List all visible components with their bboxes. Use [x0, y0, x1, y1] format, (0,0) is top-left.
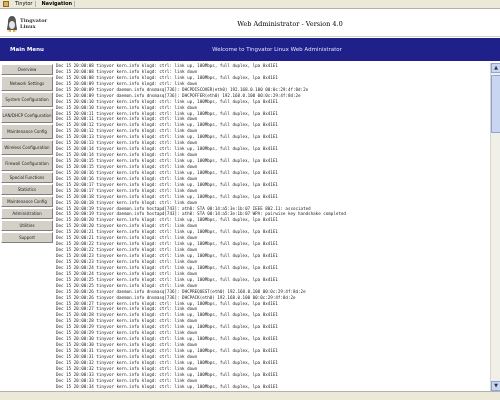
sidebar-item-system-configuration[interactable]: System Configuration [1, 92, 53, 107]
sidebar-item-utilities[interactable]: Utilities [1, 220, 53, 231]
frame-tab-bar: Tinytor Navigation [0, 0, 500, 9]
page-icon [3, 1, 9, 7]
sidebar-item-overview[interactable]: Overview [1, 64, 53, 75]
sidebar-menu: Overview Network Settings System Configu… [0, 64, 54, 243]
status-bar [0, 391, 500, 400]
penguin-logo-icon [6, 15, 18, 33]
page-header: Tingvator Linux Web Administrator - Vers… [0, 10, 500, 37]
sidebar-item-support[interactable]: Support [1, 232, 53, 243]
sidebar-item-special-functions[interactable]: Special Functions [1, 172, 53, 183]
welcome-banner: Welcome to Tingvator Linux Web Administr… [54, 38, 500, 61]
system-log: Dec 15 20:00:08 tinyvor kern.info klogd:… [56, 63, 488, 391]
sidebar-item-lan-dhcp-configuration[interactable]: LAN/DHCP Configuration [1, 108, 53, 123]
sidebar-item-administration[interactable]: Administration [1, 208, 53, 219]
page-title: Web Administrator - Version 4.0 [237, 20, 343, 28]
logo: Tingvator Linux [6, 13, 48, 35]
scroll-down-arrow-icon[interactable]: ▼ [491, 381, 500, 391]
sidebar-item-network-settings[interactable]: Network Settings [1, 76, 53, 91]
tab-0[interactable]: Tinytor [13, 1, 36, 7]
sidebar-title: Main Menu [0, 38, 54, 61]
sidebar-item-statistics[interactable]: Statistics [1, 184, 53, 195]
log-line: Dec 15 20:00:34 tinyvor kern.info klogd:… [56, 383, 278, 389]
sidebar-item-firewall-configuration[interactable]: Firewall Configuration [1, 156, 53, 171]
sidebar-item-wireless-configuration[interactable]: Wireless Configuration [1, 140, 53, 155]
scrollbar-thumb[interactable] [491, 75, 500, 133]
sidebar-item-maintenance-config[interactable]: Maintenance Config [1, 124, 53, 139]
vertical-scrollbar[interactable]: ▲ ▼ [490, 63, 500, 391]
scroll-up-arrow-icon[interactable]: ▲ [491, 63, 500, 73]
tab-1[interactable]: Navigation [40, 1, 76, 7]
sidebar: Main Menu Overview Network Settings Syst… [0, 38, 54, 400]
logo-line-2: Linux [20, 24, 36, 30]
logo-text: Tingvator Linux [20, 18, 47, 30]
sidebar-item-maintenance-config-2[interactable]: Maintenance Config [1, 196, 53, 207]
